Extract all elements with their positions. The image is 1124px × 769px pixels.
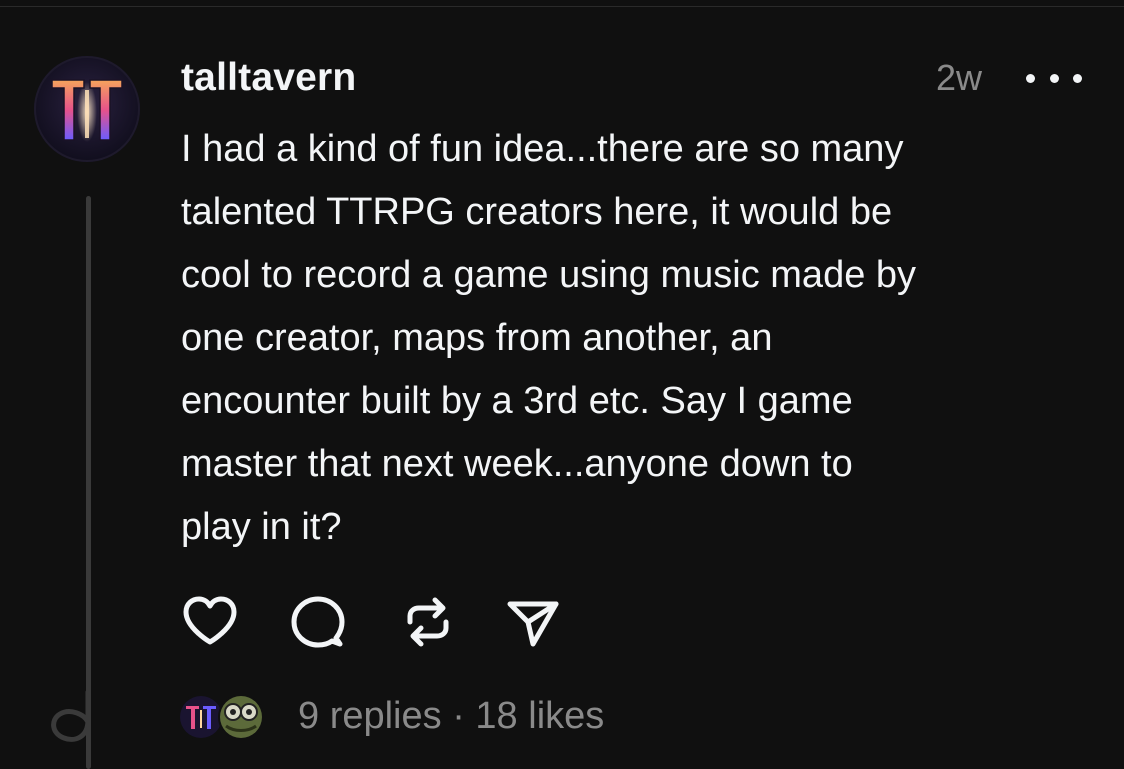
repost-icon xyxy=(407,597,449,647)
post-body-line: encounter built by a 3rd etc. Say I game xyxy=(181,380,853,422)
author-username[interactable]: talltavern xyxy=(181,56,356,100)
post-body-line: talented TTRPG creators here, it would b… xyxy=(181,191,893,233)
more-dot-icon xyxy=(1026,73,1035,83)
post-body-line: cool to record a game using music made b… xyxy=(181,254,917,296)
comment-button[interactable] xyxy=(288,592,348,652)
share-icon xyxy=(507,601,559,647)
post-body-line: one creator, maps from another, an xyxy=(181,317,773,359)
post-timestamp: 2w xyxy=(936,57,983,98)
author-avatar[interactable] xyxy=(34,56,140,162)
stats-separator: · xyxy=(452,695,465,737)
like-button[interactable] xyxy=(180,592,240,652)
share-button[interactable] xyxy=(502,592,562,652)
repost-button[interactable] xyxy=(398,592,458,652)
thread-curl-icon xyxy=(51,690,91,742)
post-body-line: play in it? xyxy=(181,506,342,548)
replies-count[interactable]: 9 replies xyxy=(298,695,442,737)
tt-logo-icon xyxy=(180,696,222,738)
post-body-line: master that next week...anyone down to xyxy=(181,443,853,485)
comment-icon xyxy=(291,596,345,648)
post-stats: 9 replies · 18 likes xyxy=(298,690,604,742)
thread-line xyxy=(86,196,91,769)
top-divider xyxy=(0,6,1124,7)
more-options-button[interactable] xyxy=(1026,60,1082,96)
more-dot-icon xyxy=(1073,73,1082,83)
frog-avatar-icon xyxy=(220,696,262,738)
tt-logo-icon xyxy=(51,79,123,142)
replier-avatar[interactable] xyxy=(218,694,264,740)
post-body-line: I had a kind of fun idea...there are so … xyxy=(181,128,904,170)
heart-icon xyxy=(183,596,237,645)
more-dot-icon xyxy=(1049,73,1059,83)
likes-count[interactable]: 18 likes xyxy=(475,695,604,737)
post-body: I had a kind of fun idea...there are so … xyxy=(181,118,1101,559)
